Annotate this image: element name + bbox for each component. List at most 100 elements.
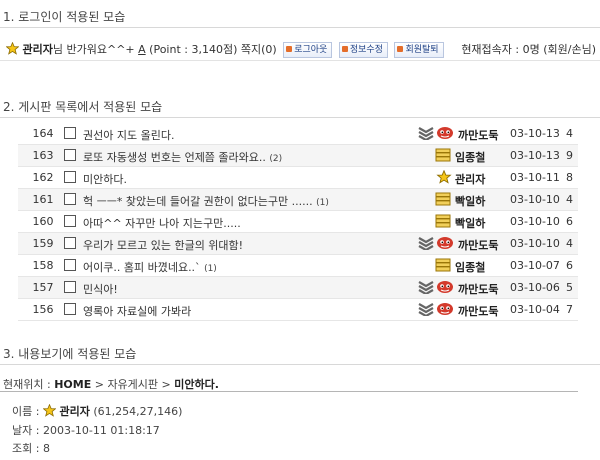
date-label: 날자 : xyxy=(12,424,40,437)
location-label: 현재위치 : xyxy=(3,378,51,391)
post-date: 03-10-04 xyxy=(510,303,560,316)
post-date: 03-10-13 xyxy=(510,149,560,162)
star-icon xyxy=(6,42,19,55)
post-hits: 6 xyxy=(566,215,573,228)
post-subject[interactable]: 미안하다. xyxy=(83,171,127,187)
select-checkbox[interactable] xyxy=(64,259,76,271)
table-row: 158 어이쿠.. 홈피 바꼈네요..` (1) 임종철 03-10-07 6 xyxy=(18,255,578,277)
select-checkbox[interactable] xyxy=(64,215,76,227)
post-author[interactable]: 임종철 xyxy=(455,259,485,275)
post-author[interactable]: 빡일하 xyxy=(455,193,485,209)
post-date: 03-10-10 xyxy=(510,193,560,206)
select-checkbox[interactable] xyxy=(64,237,76,249)
post-subject-text[interactable]: 미안하다. xyxy=(83,173,127,186)
table-row: 161 헉 ㅡㅡ* 찾았는데 들어갈 권한이 없다는구만 ...... (1) 빡일… xyxy=(18,189,578,211)
post-author-row: 이름 : 관리자 (61,254,27,146) xyxy=(12,403,182,419)
post-hits: 9 xyxy=(566,149,573,162)
post-date: 03-10-06 xyxy=(510,281,560,294)
comment-count: (1) xyxy=(204,264,217,274)
gray-rank-icon xyxy=(418,280,434,294)
post-number: 158 xyxy=(32,259,54,272)
post-author[interactable]: 까만도둑 xyxy=(458,303,498,319)
online-count: 현재접속자 : 0명 (회원/손님) xyxy=(461,43,596,56)
post-subject-text[interactable]: 권선아 지도 올린다. xyxy=(83,129,174,142)
logout-button[interactable]: 로그아웃 xyxy=(283,42,333,58)
select-checkbox[interactable] xyxy=(64,127,76,139)
post-hits: 4 xyxy=(566,193,573,206)
post-author[interactable]: 까만도둑 xyxy=(458,237,498,253)
divider xyxy=(0,27,600,28)
table-row: 159 우리가 모르고 있는 한글의 위대함! 까만도둑 03-10-10 4 xyxy=(18,233,578,255)
post-subject-text[interactable]: 헉 ㅡㅡ* 찾았는데 들어갈 권한이 없다는구만 ...... xyxy=(83,195,313,208)
edit-info-button[interactable]: 정보수정 xyxy=(338,42,388,58)
select-checkbox[interactable] xyxy=(64,193,76,205)
select-checkbox[interactable] xyxy=(64,149,76,161)
login-user-name[interactable]: 관리자 xyxy=(23,43,53,56)
breadcrumb-current: 미안하다. xyxy=(174,378,219,391)
breadcrumb: 현재위치 : HOME > 자유게시판 > 미안하다. xyxy=(3,378,219,391)
select-checkbox[interactable] xyxy=(64,281,76,293)
post-subject[interactable]: 민식아! xyxy=(83,281,118,297)
post-number: 157 xyxy=(32,281,54,294)
post-subject[interactable]: 우리가 모르고 있는 한글의 위대함! xyxy=(83,237,243,253)
edit-info-label: 정보수정 xyxy=(349,45,383,55)
post-date: 03-10-07 xyxy=(510,259,560,272)
post-hits: 7 xyxy=(566,303,573,316)
section-title-login: 1. 로그인이 적용된 모습 xyxy=(3,10,126,24)
post-subject[interactable]: 영록아 자료실에 가봐라 xyxy=(83,303,191,319)
post-hits: 4 xyxy=(566,127,573,140)
gold-rank-icon xyxy=(435,258,451,272)
post-author[interactable]: 임종철 xyxy=(455,149,485,165)
post-author[interactable]: 관리자 xyxy=(59,405,89,418)
post-number: 164 xyxy=(32,127,54,140)
table-row: 164 권선아 지도 올린다. 까만도둑 03-10-13 4 xyxy=(18,123,578,145)
post-subject-text[interactable]: 아따^^ 자꾸만 나아 지는구만..... xyxy=(83,217,241,230)
post-ip: (61,254,27,146) xyxy=(93,405,183,418)
post-subject-text[interactable]: 민식아! xyxy=(83,283,118,296)
hits-label: 조회 : xyxy=(12,442,40,455)
post-date: 03-10-10 xyxy=(510,215,560,228)
breadcrumb-home[interactable]: HOME xyxy=(54,378,91,391)
bullet-icon xyxy=(341,46,348,52)
post-subject[interactable]: 아따^^ 자꾸만 나아 지는구만..... xyxy=(83,215,241,231)
post-author[interactable]: 관리자 xyxy=(455,171,485,187)
section-title-board: 2. 게시판 목록에서 적용된 모습 xyxy=(3,100,163,114)
post-subject[interactable]: 권선아 지도 올린다. xyxy=(83,127,174,143)
post-subject-text[interactable]: 우리가 모르고 있는 한글의 위대함! xyxy=(83,239,243,252)
login-greeting: 님 반가워요^^+ xyxy=(52,43,135,56)
post-subject-text[interactable]: 어이쿠.. 홈피 바꼈네요..` xyxy=(83,261,201,274)
post-hits: 5 xyxy=(566,281,573,294)
star-icon xyxy=(43,404,56,417)
post-subject[interactable]: 헉 ㅡㅡ* 찾았는데 들어갈 권한이 없다는구만 ...... (1) xyxy=(83,193,329,209)
memo-link[interactable]: 쪽지(0) xyxy=(241,43,277,56)
login-info: 관리자님 반가워요^^+ A (Point : 3,140점) 쪽지(0) 로그… xyxy=(6,41,444,58)
point-text: (Point : 3,140점) xyxy=(149,43,238,56)
post-author[interactable]: 까만도둑 xyxy=(458,127,498,143)
post-subject-text[interactable]: 로또 자동생성 번호는 언제쯤 졸라와요.. xyxy=(83,151,266,164)
post-author[interactable]: 빡일하 xyxy=(455,215,485,231)
gray-rank-icon xyxy=(418,236,434,250)
divider xyxy=(0,391,578,392)
withdraw-button[interactable]: 회원탈퇴 xyxy=(394,42,444,58)
post-date: 03-10-10 xyxy=(510,237,560,250)
select-checkbox[interactable] xyxy=(64,303,76,315)
bullet-icon xyxy=(397,46,404,52)
login-bar: 관리자님 반가워요^^+ A (Point : 3,140점) 쪽지(0) 로그… xyxy=(0,36,600,61)
post-author[interactable]: 까만도둑 xyxy=(458,281,498,297)
post-number: 162 xyxy=(32,171,54,184)
table-row: 162 미안하다. 관리자 03-10-11 8 xyxy=(18,167,578,189)
table-row: 157 민식아! 까만도둑 03-10-06 5 xyxy=(18,277,578,299)
post-number: 156 xyxy=(32,303,54,316)
post-subject-text[interactable]: 영록아 자료실에 가봐라 xyxy=(83,305,191,318)
logout-label: 로그아웃 xyxy=(294,45,328,55)
mascot-icon xyxy=(435,280,455,294)
post-subject[interactable]: 로또 자동생성 번호는 언제쯤 졸라와요.. (2) xyxy=(83,149,282,165)
table-row: 163 로또 자동생성 번호는 언제쯤 졸라와요.. (2) 임종철 03-10-13… xyxy=(18,145,578,167)
post-hits: 8 xyxy=(566,171,573,184)
divider xyxy=(0,117,600,118)
post-date: 2003-10-11 01:18:17 xyxy=(42,424,160,437)
post-subject[interactable]: 어이쿠.. 홈피 바꼈네요..` (1) xyxy=(83,259,217,275)
comment-count: (2) xyxy=(269,154,283,164)
select-checkbox[interactable] xyxy=(64,171,76,183)
breadcrumb-board[interactable]: 자유게시판 xyxy=(107,378,158,391)
